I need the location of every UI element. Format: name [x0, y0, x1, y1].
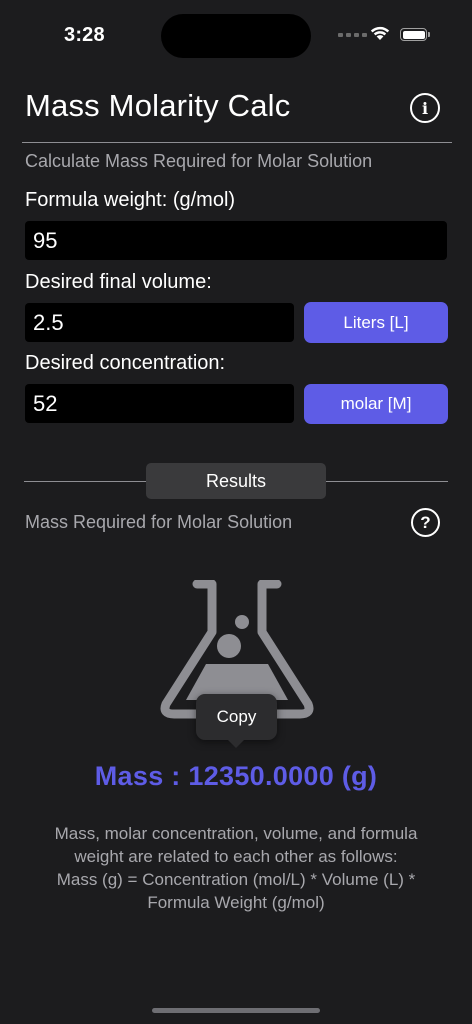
results-divider-right	[326, 481, 448, 482]
explanation-line-3: Mass (g) = Concentration (mol/L) * Volum…	[56, 870, 416, 889]
form-subtitle: Calculate Mass Required for Molar Soluti…	[25, 151, 373, 171]
volume-unit-button[interactable]: Liters [L]	[304, 302, 448, 343]
mass-result[interactable]: Mass : 12350.0000 (g)	[0, 761, 472, 792]
concentration-unit-button[interactable]: molar [M]	[304, 384, 448, 424]
explanation-line-4: Formula Weight (g/mol)	[147, 893, 325, 912]
status-time: 3:28	[64, 24, 105, 46]
home-indicator[interactable]	[152, 1008, 320, 1013]
explanation-line-2: weight are related to each other as foll…	[74, 847, 398, 866]
results-subtitle: Mass Required for Molar Solution	[25, 512, 293, 532]
concentration-input[interactable]	[25, 384, 294, 423]
results-tab[interactable]: Results	[146, 463, 326, 499]
explanation-line-1: Mass, molar concentration, volume, and f…	[54, 824, 418, 843]
cellular-signal-icon	[338, 33, 367, 37]
info-icon[interactable]: i	[410, 93, 440, 123]
formula-weight-label: Formula weight: (g/mol)	[25, 189, 236, 211]
concentration-label: Desired concentration:	[25, 352, 226, 374]
results-divider-left	[24, 481, 146, 482]
explanation-text: Mass, molar concentration, volume, and f…	[20, 822, 452, 914]
header-divider	[22, 142, 452, 143]
dynamic-island	[161, 14, 311, 58]
copy-tooltip-arrow	[228, 740, 244, 748]
wifi-icon	[370, 26, 390, 40]
copy-tooltip[interactable]: Copy	[196, 694, 277, 740]
help-icon[interactable]: ?	[411, 508, 440, 537]
final-volume-input[interactable]	[25, 303, 294, 342]
final-volume-label: Desired final volume:	[25, 271, 212, 293]
formula-weight-input[interactable]	[25, 221, 447, 260]
page-title: Mass Molarity Calc	[25, 88, 291, 123]
battery-icon	[400, 28, 430, 41]
